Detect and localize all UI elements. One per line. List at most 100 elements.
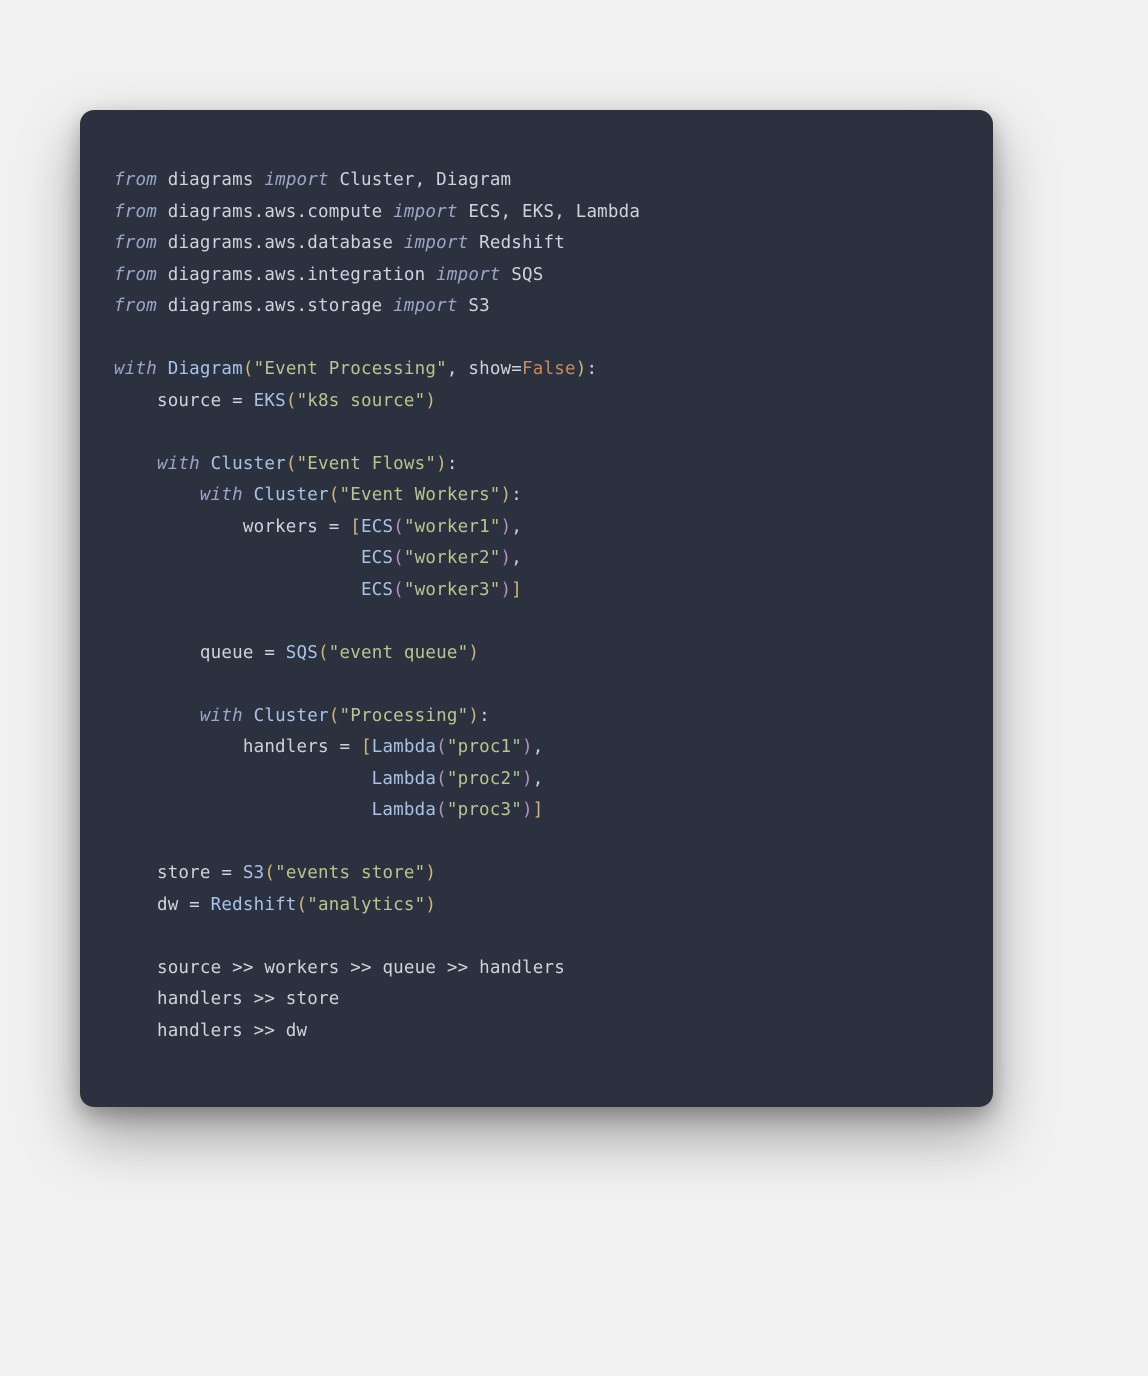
kw-import: import: [393, 296, 457, 316]
eq: =: [511, 359, 522, 379]
class-cluster: Cluster: [211, 454, 286, 474]
kw-from: from: [114, 296, 157, 316]
flow-a: handlers: [157, 1021, 243, 1041]
class-cluster: Cluster: [254, 485, 329, 505]
str-title: "Event Processing": [254, 359, 447, 379]
flow-b: store: [286, 989, 340, 1009]
class-ecs: ECS: [361, 580, 393, 600]
str-events-store: "events store": [275, 863, 425, 883]
var-handlers: handlers: [243, 737, 329, 757]
code-block: from diagrams import Cluster, Diagram fr…: [114, 165, 959, 1047]
class-lambda: Lambda: [372, 737, 436, 757]
class-s3: S3: [243, 863, 264, 883]
bracket-open: [: [361, 737, 372, 757]
import-names: S3: [468, 296, 489, 316]
kw-from: from: [114, 233, 157, 253]
kw-import: import: [264, 170, 328, 190]
import-names: Cluster, Diagram: [340, 170, 512, 190]
flow-b: dw: [286, 1021, 307, 1041]
kw-with: with: [157, 454, 200, 474]
var-workers: workers: [243, 517, 318, 537]
op-shift: >>: [243, 1021, 286, 1041]
var-queue: queue: [200, 643, 254, 663]
paren-close: ): [522, 769, 533, 789]
comma: ,: [511, 517, 522, 537]
paren-open: (: [286, 391, 297, 411]
kw-import: import: [404, 233, 468, 253]
kw-with: with: [200, 706, 243, 726]
paren-close: ): [501, 580, 512, 600]
paren-open: (: [329, 485, 340, 505]
op-shift: >>: [436, 958, 479, 978]
paren-open: (: [436, 769, 447, 789]
comma: ,: [447, 359, 468, 379]
paren-open: (: [297, 895, 308, 915]
comma: ,: [511, 548, 522, 568]
kwarg-show: show: [468, 359, 511, 379]
flow-a: source: [157, 958, 221, 978]
paren-close: ): [425, 863, 436, 883]
import-names: Redshift: [479, 233, 565, 253]
paren-close: ): [501, 485, 512, 505]
str-event-flows: "Event Flows": [297, 454, 437, 474]
str-proc3: "proc3": [447, 800, 522, 820]
paren-close: ): [425, 391, 436, 411]
str-worker2: "worker2": [404, 548, 501, 568]
eq: =: [221, 391, 253, 411]
class-sqs: SQS: [286, 643, 318, 663]
eq: =: [178, 895, 210, 915]
str-event-workers: "Event Workers": [340, 485, 501, 505]
str-k8s: "k8s source": [297, 391, 426, 411]
paren-open: (: [393, 580, 404, 600]
eq: =: [211, 863, 243, 883]
str-event-queue: "event queue": [329, 643, 469, 663]
paren-open: (: [318, 643, 329, 663]
bool-false: False: [522, 359, 576, 379]
colon: :: [511, 485, 522, 505]
colon: :: [586, 359, 597, 379]
str-proc2: "proc2": [447, 769, 522, 789]
paren-open: (: [436, 800, 447, 820]
module-name: diagrams.aws.compute: [168, 202, 383, 222]
module-name: diagrams.aws.integration: [168, 265, 426, 285]
paren-close: ): [468, 643, 479, 663]
op-shift: >>: [339, 958, 382, 978]
flow-c: queue: [382, 958, 436, 978]
class-ecs: ECS: [361, 517, 393, 537]
class-eks: EKS: [254, 391, 286, 411]
paren-close: ): [576, 359, 587, 379]
colon: :: [479, 706, 490, 726]
op-shift: >>: [243, 989, 286, 1009]
kw-from: from: [114, 170, 157, 190]
kw-import: import: [436, 265, 500, 285]
paren-open: (: [264, 863, 275, 883]
module-name: diagrams.aws.storage: [168, 296, 383, 316]
kw-with: with: [200, 485, 243, 505]
paren-close: ): [468, 706, 479, 726]
paren-close: ): [425, 895, 436, 915]
bracket-close: ]: [533, 800, 544, 820]
paren-open: (: [393, 548, 404, 568]
str-worker3: "worker3": [404, 580, 501, 600]
str-processing: "Processing": [340, 706, 469, 726]
paren-close: ): [501, 548, 512, 568]
import-names: ECS, EKS, Lambda: [468, 202, 640, 222]
kw-import: import: [393, 202, 457, 222]
var-source: source: [157, 391, 221, 411]
flow-a: handlers: [157, 989, 243, 1009]
import-names: SQS: [511, 265, 543, 285]
kw-with: with: [114, 359, 157, 379]
class-lambda: Lambda: [372, 769, 436, 789]
kw-from: from: [114, 265, 157, 285]
class-lambda: Lambda: [372, 800, 436, 820]
str-analytics: "analytics": [307, 895, 425, 915]
paren-close: ): [501, 517, 512, 537]
class-diagram: Diagram: [168, 359, 243, 379]
paren-open: (: [329, 706, 340, 726]
str-worker1: "worker1": [404, 517, 501, 537]
flow-b: workers: [264, 958, 339, 978]
paren-open: (: [436, 737, 447, 757]
module-name: diagrams.aws.database: [168, 233, 393, 253]
kw-from: from: [114, 202, 157, 222]
class-cluster: Cluster: [254, 706, 329, 726]
